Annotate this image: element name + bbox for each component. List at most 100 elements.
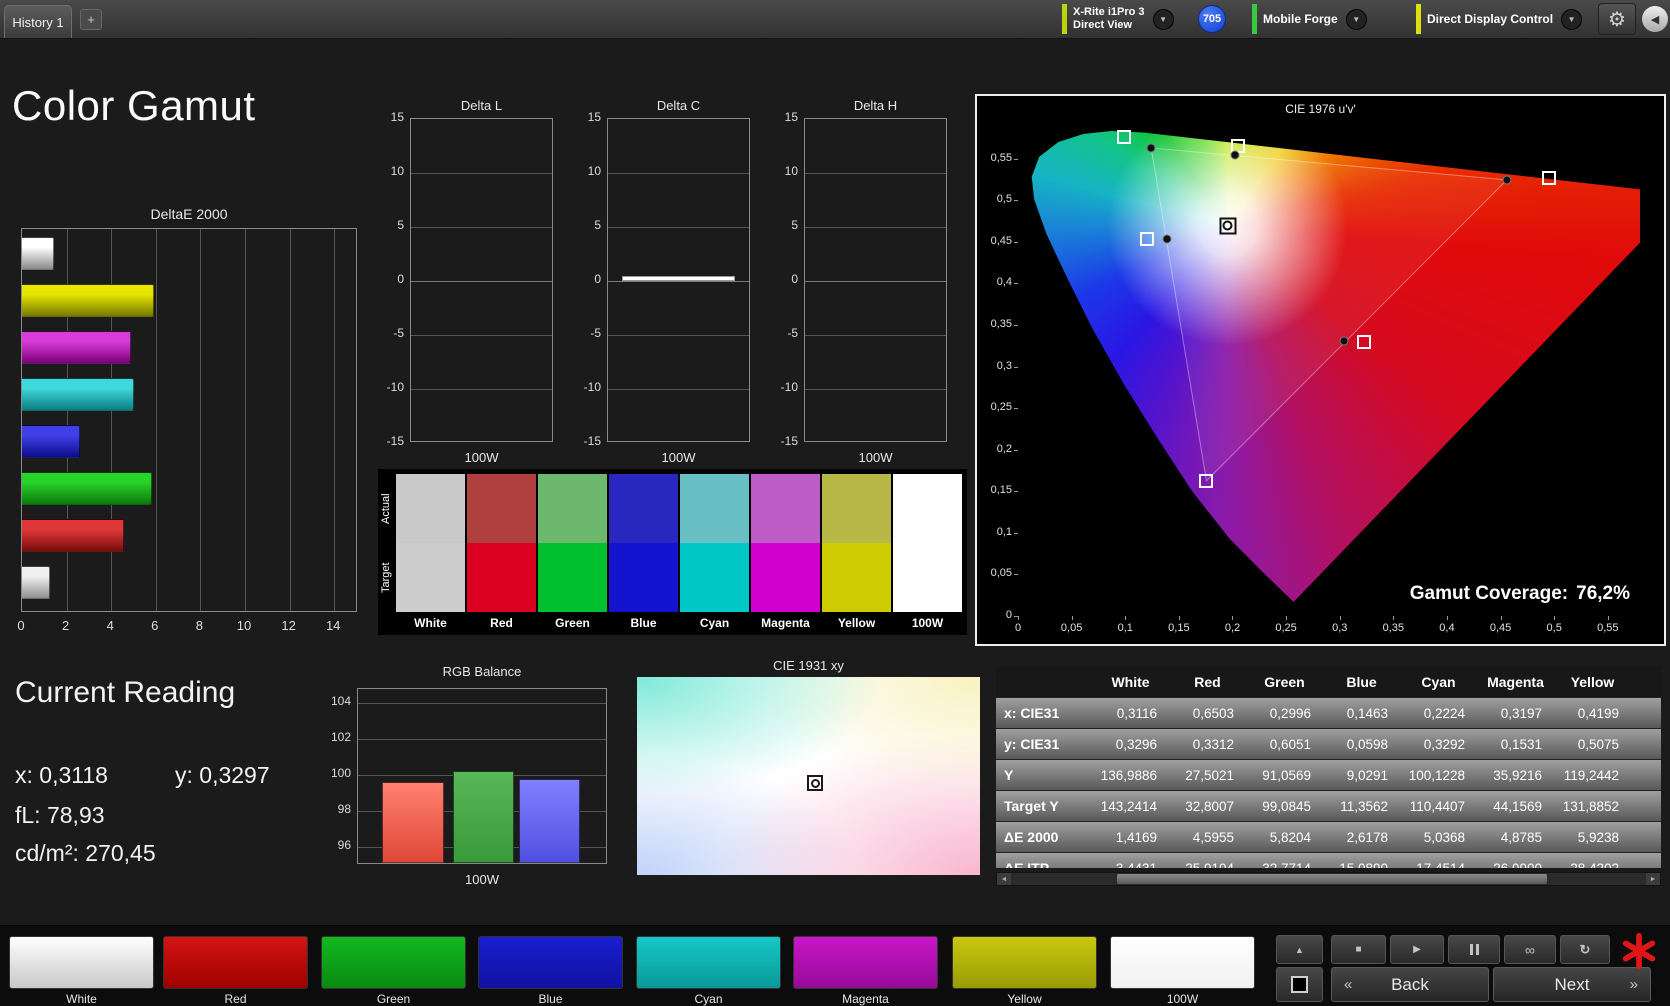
white-point-marker (1219, 217, 1237, 235)
pattern-source-selector[interactable]: Mobile Forge ▼ (1252, 2, 1404, 36)
pattern-up-button[interactable]: ▲ (1276, 935, 1323, 964)
chevron-down-icon[interactable]: ▼ (1345, 8, 1367, 30)
stop-button[interactable]: ■ (1331, 935, 1386, 964)
table-cell: 15,0890 (1339, 860, 1388, 869)
page-title: Color Gamut (12, 82, 256, 129)
gear-icon: ⚙ (1608, 8, 1626, 31)
delta-gridline (608, 281, 749, 282)
swatch-column-red: Red (467, 474, 536, 634)
chevron-glyph: ▼ (1567, 14, 1576, 24)
delta-axis-tick-label: 15 (390, 110, 404, 124)
swatch-target (396, 543, 465, 612)
table-cell: 9,0291 (1346, 767, 1388, 783)
collapse-panel-button[interactable]: ◀ (1642, 6, 1668, 32)
swatch-column-cyan: Cyan (680, 474, 749, 634)
meter-selector[interactable]: X-Rite i1Pro 3 Direct View ▼ (1062, 2, 1192, 36)
cie1931-panel: CIE 1931 xy (637, 658, 980, 878)
back-label: Back (1391, 974, 1429, 994)
cie-axis-tick-label: 0,3 (1332, 622, 1348, 634)
gamut-measured-marker-cyan-measured (1162, 234, 1172, 244)
app-logo-asterisk-icon[interactable] (1616, 930, 1662, 972)
add-tab-button[interactable]: + (80, 9, 102, 30)
table-cell: 0,4 (1631, 861, 1661, 869)
measurement-table: White Red Green Blue Cyan Magenta Yellow x: CI… (996, 666, 1661, 868)
swatch-target (822, 543, 891, 612)
swatch-column-100w: 100W (893, 474, 962, 634)
pause-button[interactable] (1448, 935, 1500, 964)
swatch-actual (609, 474, 678, 543)
delta-axis-tick-label: 5 (397, 218, 404, 232)
pause-icon (1475, 944, 1479, 955)
swatch-target (538, 543, 607, 612)
next-chevron-icon: » (1629, 976, 1638, 993)
rgb-axis-tick-label: 104 (330, 694, 351, 708)
pattern-button-cyan[interactable] (636, 936, 781, 989)
cie-tick (1014, 532, 1018, 534)
current-reading-fl: fL: 78,93 (15, 802, 105, 829)
pattern-button-blue[interactable] (478, 936, 623, 989)
chevron-down-icon[interactable]: ▼ (1152, 8, 1174, 30)
table-row: y: CIE31 0,3296 0,3312 0,6051 0,0598 0,3292 0,… (996, 728, 1661, 759)
table-cell: 0,1531 (1500, 736, 1542, 752)
gamut-measured-marker-yellow-measured (1230, 150, 1240, 160)
cie-axis-tick-label: 0,35 (990, 317, 1012, 330)
cie-axis-tick-label: 0,35 (1382, 622, 1405, 634)
delta-gridline (411, 173, 552, 174)
delta-gridline (608, 227, 749, 228)
pattern-button-white[interactable] (9, 936, 154, 989)
delta-axis-tick-label: 10 (784, 164, 798, 178)
table-cell: 119,2442 (1563, 767, 1619, 783)
table-horizontal-scrollbar[interactable]: ◄ ► (996, 872, 1661, 886)
refresh-button[interactable]: ↻ (1560, 935, 1610, 964)
table-cell: 0,3197 (1500, 705, 1542, 721)
meter-name: X-Rite i1Pro 3 (1073, 6, 1145, 18)
display-control-selector[interactable]: Direct Display Control ▼ (1416, 2, 1592, 36)
delta-axis-tick-label: -5 (787, 326, 798, 340)
pattern-button-red[interactable] (163, 936, 308, 989)
table-cell: 0,1463 (1346, 705, 1388, 721)
back-button[interactable]: « Back (1331, 967, 1489, 1002)
table-cell: 131,8852 (1562, 798, 1619, 814)
meter-label: X-Rite i1Pro 3 Direct View (1073, 6, 1145, 32)
scroll-left-arrow[interactable]: ◄ (997, 873, 1011, 885)
up-arrow-icon: ▲ (1295, 944, 1304, 955)
pattern-button-yellow[interactable] (952, 936, 1097, 989)
rgb-bar-red (382, 782, 444, 863)
pattern-button-magenta[interactable] (793, 936, 938, 989)
pattern-button-green[interactable] (321, 936, 466, 989)
current-reading-xy: x: 0,3118 y: 0,3297 (15, 762, 270, 789)
table-cell: 5,0368 (1423, 829, 1465, 845)
next-button[interactable]: Next » (1493, 967, 1651, 1002)
history-tab[interactable]: History 1 (4, 5, 72, 38)
table-cell: 100,1228 (1408, 767, 1465, 783)
cie-axis-tick-label: 0 (1005, 609, 1012, 621)
cie-tick (1014, 616, 1018, 617)
cie-axis-tick-label: 0,15 (990, 484, 1012, 497)
delta-axis-tick-label: 0 (397, 272, 404, 286)
table-row-label: y: CIE31 (1004, 736, 1060, 752)
scrollbar-thumb[interactable] (1117, 874, 1547, 884)
deltae-axis-tick-label: 12 (281, 618, 296, 633)
scroll-right-arrow[interactable]: ► (1646, 873, 1660, 885)
cie-tick (1014, 158, 1018, 160)
pattern-button-100w[interactable] (1110, 936, 1255, 989)
current-reading-title: Current Reading (15, 676, 236, 709)
chevron-down-icon[interactable]: ▼ (1561, 8, 1583, 30)
delta-axis-tick-label: -15 (386, 434, 404, 448)
cie1931-title: CIE 1931 xy (773, 658, 844, 673)
table-cell: 0,4199 (1577, 705, 1619, 721)
bottom-pattern-bar: White Red Green Blue Cyan Magenta Yellow 100W ▲… (0, 925, 1670, 1006)
play-button[interactable]: ▶ (1390, 935, 1444, 964)
table-cell: 27 (1631, 768, 1661, 783)
x-label: x: (15, 762, 33, 788)
deltae-axis-tick-label: 6 (151, 618, 159, 633)
pattern-window-button[interactable] (1276, 967, 1323, 1002)
deltae-axis-tick-label: 10 (236, 618, 252, 633)
rgb-bar-green (453, 771, 514, 863)
continuous-read-button[interactable]: ∞ (1504, 935, 1556, 964)
settings-button[interactable]: ⚙ (1598, 3, 1636, 35)
gamut-target-marker-cyan-target (1139, 231, 1154, 246)
cie-axis-tick-label: 0,45 (1489, 622, 1512, 634)
delta-axis-tick-label: -15 (583, 434, 601, 448)
deltae-bar-white (22, 237, 54, 270)
